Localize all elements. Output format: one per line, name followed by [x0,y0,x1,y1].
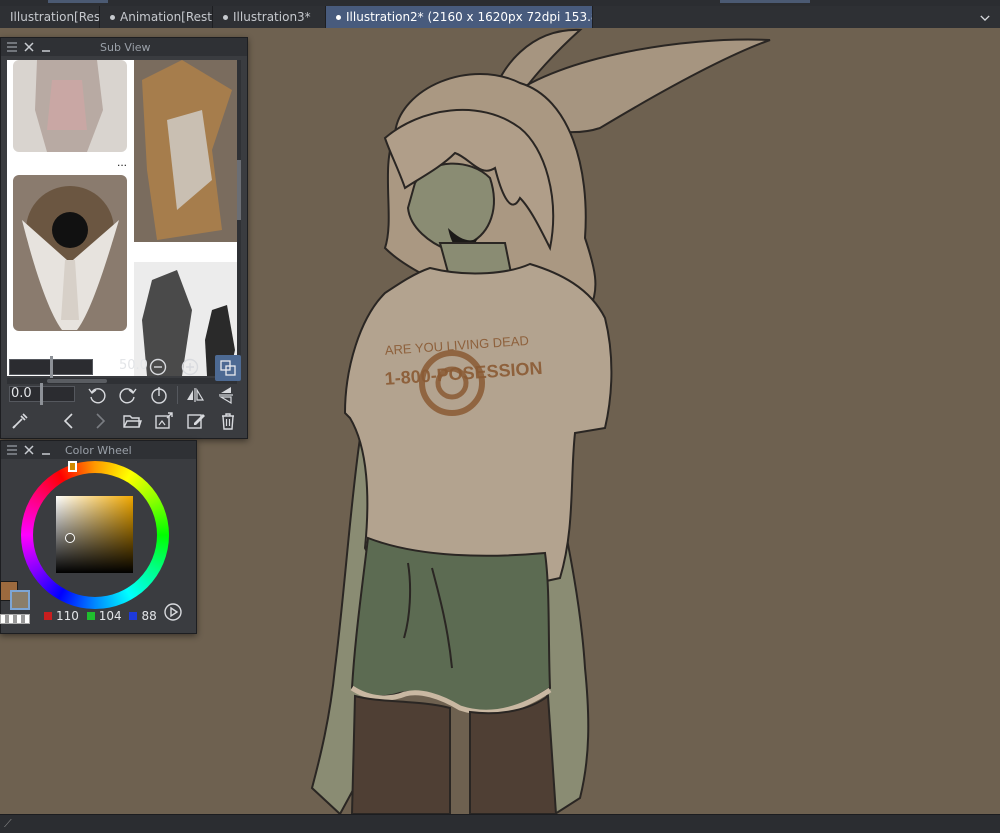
color-wheel-header: Color Wheel [1,441,196,459]
red-value: 110 [56,609,79,623]
red-channel-icon [44,612,52,620]
panel-title: Sub View [100,41,151,54]
flip-vertical-button[interactable] [215,384,237,406]
transparent-color-swatch[interactable] [0,614,30,624]
tab-illustration3[interactable]: Illustration3* [213,6,326,28]
panel-title: Color Wheel [65,444,132,457]
toolbar-separator [177,386,178,404]
tab-label: Illustration2* (2160 x 1620px 72dpi 153.… [346,10,593,24]
hue-handle[interactable] [68,461,77,472]
zoom-value: 50.0 [119,358,148,373]
tab-illustration-restore[interactable]: Illustration[Resto [0,6,100,28]
reset-rotation-button[interactable] [148,384,170,406]
blue-channel-icon [129,612,138,620]
flip-horizontal-icon [187,387,205,402]
edit-image-button[interactable] [185,410,207,432]
tab-label: Illustration[Resto [10,10,100,24]
zoom-out-button[interactable] [147,356,169,378]
import-image-button[interactable] [153,410,175,432]
eyedropper-icon [12,413,28,429]
eyedropper-button[interactable] [9,410,31,432]
unsaved-dot-icon [110,14,115,20]
hamburger-icon [7,42,17,52]
zoom-out-icon [149,358,167,376]
rotate-right-button[interactable] [117,384,139,406]
close-icon [24,42,34,52]
edit-icon [187,414,205,429]
zoom-slider[interactable] [9,356,93,378]
blue-value: 88 [141,609,157,623]
previous-image-button[interactable] [58,410,80,432]
rotation-value: 0.0 [11,386,32,401]
sub-color-swatch[interactable] [10,590,30,610]
import-image-icon [155,412,173,429]
flip-vertical-icon [218,387,233,405]
close-icon [24,445,34,455]
chevron-left-icon [63,413,73,429]
reset-rotation-icon [151,387,167,404]
rotate-right-icon [119,388,137,404]
tab-animation-restore[interactable]: Animation[Resto [100,6,213,28]
rgb-readout: 110 104 88 [44,609,157,623]
trash-icon [222,413,234,430]
next-image-button[interactable] [89,410,111,432]
play-icon[interactable] [163,602,183,622]
tab-illustration2[interactable]: Illustration2* (2160 x 1620px 72dpi 153.… [326,6,593,28]
fit-toggle-button[interactable] [215,355,241,381]
rotate-left-icon [88,388,106,404]
rotate-left-button[interactable] [86,384,108,406]
flip-horizontal-button[interactable] [184,384,206,406]
status-bar: ⟋ [0,814,1000,833]
reference-image-gallery[interactable]: ... [7,60,237,376]
green-channel-icon [86,612,95,620]
more-indicator: ... [117,155,127,169]
color-picker-handle[interactable] [65,533,75,543]
hamburger-icon [7,445,17,455]
green-value: 104 [98,609,122,623]
folder-open-icon [123,415,142,428]
zoom-in-button[interactable] [179,356,201,378]
gallery-scrollbar[interactable] [237,60,241,376]
chevron-right-icon [96,413,106,429]
expand-arrow-icon[interactable]: ⟋ [4,817,12,831]
open-image-button[interactable] [121,410,143,432]
zoom-in-icon [181,358,199,376]
delete-image-button[interactable] [217,410,239,432]
sub-view-header: Sub View [1,38,247,56]
fit-window-icon [220,360,236,376]
chevron-down-icon[interactable] [980,15,990,21]
document-tab-bar: Illustration[Resto Animation[Resto Illus… [0,6,1000,29]
sub-view-panel: Sub View ... 50.0 0.0 [0,37,248,439]
reference-images: ... [13,60,237,376]
tab-label: Animation[Resto [120,10,213,24]
unsaved-dot-icon [336,14,341,20]
tab-label: Illustration3* [233,10,311,24]
unsaved-dot-icon [223,14,228,20]
